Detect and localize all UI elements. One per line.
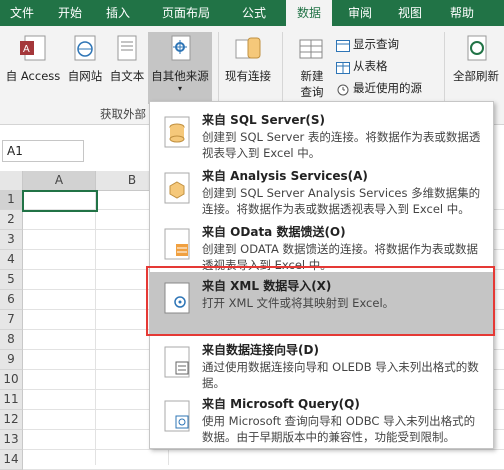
tab-help[interactable]: 帮助 xyxy=(440,0,484,26)
tab-view[interactable]: 视图 xyxy=(388,0,432,26)
active-cell-a1[interactable] xyxy=(22,190,98,212)
menu-item-data-connection-wizard[interactable]: 来自数据连接向导(D) 通过使用数据连接向导和 OLEDB 导入未列出格式的数据… xyxy=(150,336,493,390)
from-access-label: 自 Access xyxy=(5,69,61,83)
row-header[interactable]: 11 xyxy=(0,390,23,410)
row-header[interactable]: 1 xyxy=(0,190,23,210)
wizard-icon xyxy=(164,346,190,378)
menu-item-title: 来自 OData 数据馈送(O) xyxy=(202,225,346,239)
from-table-label: 从表格 xyxy=(353,59,388,73)
gridline xyxy=(23,449,504,450)
menu-item-sql-server[interactable]: 来自 SQL Server(S) 创建到 SQL Server 表的连接。将数据… xyxy=(150,106,493,160)
menu-item-desc: 创建到 SQL Server 表的连接。将数据作为表或数据透视表导入到 Exce… xyxy=(202,130,481,160)
tab-file[interactable]: 文件 xyxy=(0,0,44,26)
select-all-corner[interactable] xyxy=(0,171,23,191)
recent-sources-button[interactable]: 最近使用的源 xyxy=(336,79,422,97)
row-header[interactable]: 8 xyxy=(0,330,23,350)
tab-data[interactable]: 数据 xyxy=(286,0,332,26)
tab-home[interactable]: 开始 xyxy=(48,0,92,26)
table-icon xyxy=(336,39,350,52)
row-header[interactable]: 4 xyxy=(0,250,23,270)
from-web-button[interactable]: 自网站 xyxy=(64,32,106,96)
new-query-label: 新建 xyxy=(300,69,324,83)
existing-connections-label: 现有连接 xyxy=(225,69,271,83)
clock-icon xyxy=(336,83,350,95)
refresh-icon xyxy=(460,32,492,64)
row-header[interactable]: 12 xyxy=(0,410,23,430)
row-header[interactable]: 6 xyxy=(0,290,23,310)
refresh-all-button[interactable]: 全部刷新 xyxy=(448,32,504,96)
menu-item-odata[interactable]: 来自 OData 数据馈送(O) 创建到 ODATA 数据馈送的连接。将数据作为… xyxy=(150,218,493,272)
from-other-sources-label: 自其他来源 xyxy=(151,69,209,83)
menu-item-analysis-services[interactable]: 来自 Analysis Services(A) 创建到 SQL Server A… xyxy=(150,162,493,216)
highlight-box xyxy=(146,266,495,336)
from-text-label: 自文本 xyxy=(109,69,145,83)
table-icon xyxy=(336,61,350,74)
ribbon-tab-bar: 文件 开始 插入 页面布局 公式 数据 审阅 视图 帮助 xyxy=(0,0,504,26)
from-web-label: 自网站 xyxy=(67,69,103,83)
query-icon xyxy=(164,400,190,432)
menu-item-title: 来自 Analysis Services(A) xyxy=(202,169,368,183)
cube-icon xyxy=(164,172,190,204)
other-sources-icon xyxy=(164,32,196,64)
menu-item-desc: 通过使用数据连接向导和 OLEDB 导入未列出格式的数据。 xyxy=(202,360,479,390)
row-header[interactable]: 13 xyxy=(0,430,23,450)
menu-item-title: 来自 SQL Server(S) xyxy=(202,113,326,127)
row-header[interactable]: 3 xyxy=(0,230,23,250)
column-header-a[interactable]: A xyxy=(23,171,96,191)
row-header[interactable]: 7 xyxy=(0,310,23,330)
show-queries-label: 显示查询 xyxy=(353,37,399,51)
web-icon xyxy=(69,32,101,64)
from-table-button[interactable]: 从表格 xyxy=(336,57,388,75)
group-label: 获取外部 xyxy=(100,107,146,121)
odata-feed-icon xyxy=(164,228,190,260)
recent-sources-label: 最近使用的源 xyxy=(353,81,422,95)
show-queries-button[interactable]: 显示查询 xyxy=(336,35,399,53)
text-file-icon xyxy=(111,32,143,64)
new-query-button[interactable]: 新建 查询 xyxy=(290,32,334,99)
tab-page-layout[interactable]: 页面布局 xyxy=(148,0,224,26)
menu-item-title: 来自 Microsoft Query(Q) xyxy=(202,397,360,411)
name-box[interactable]: A1 xyxy=(2,140,84,162)
tab-review[interactable]: 审阅 xyxy=(338,0,382,26)
from-text-button[interactable]: 自文本 xyxy=(106,32,148,96)
row-header[interactable]: 14 xyxy=(0,450,23,470)
gridline xyxy=(95,190,96,465)
new-query-icon xyxy=(296,32,328,64)
refresh-all-label: 全部刷新 xyxy=(453,69,499,83)
row-header[interactable]: 5 xyxy=(0,270,23,290)
row-header[interactable]: 10 xyxy=(0,370,23,390)
menu-item-desc: 创建到 SQL Server Analysis Services 多维数据集的连… xyxy=(202,186,481,216)
from-other-sources-button[interactable]: 自其他来源 ▾ xyxy=(148,32,212,104)
tab-formulas[interactable]: 公式 xyxy=(232,0,276,26)
menu-item-microsoft-query[interactable]: 来自 Microsoft Query(Q) 使用 Microsoft 查询向导和… xyxy=(150,390,493,444)
access-icon: A xyxy=(17,32,49,64)
new-query-label-2: 查询 xyxy=(300,85,324,99)
database-icon xyxy=(164,116,190,148)
tab-insert[interactable]: 插入 xyxy=(96,0,140,26)
menu-item-desc: 使用 Microsoft 查询向导和 ODBC 导入未列出格式的数据。由于早期版… xyxy=(202,414,476,444)
chevron-down-icon: ▾ xyxy=(177,84,182,93)
existing-connections-button[interactable]: 现有连接 xyxy=(222,32,274,96)
row-header[interactable]: 2 xyxy=(0,210,23,230)
svg-text:A: A xyxy=(23,44,30,55)
from-access-button[interactable]: A 自 Access xyxy=(2,32,64,96)
row-header[interactable]: 9 xyxy=(0,350,23,370)
menu-item-title: 来自数据连接向导(D) xyxy=(202,343,319,357)
existing-connections-icon xyxy=(232,32,264,64)
